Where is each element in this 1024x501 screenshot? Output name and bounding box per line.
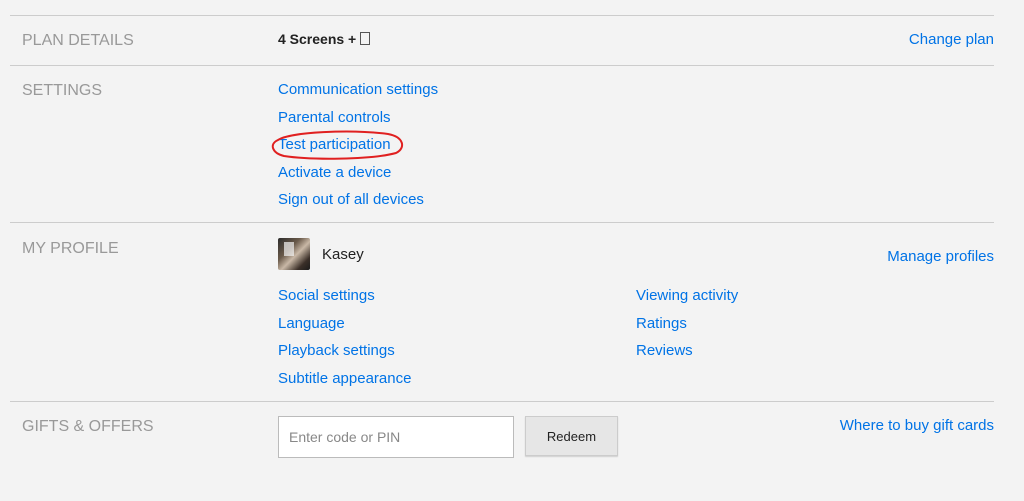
divider [10,15,994,16]
gift-code-input[interactable] [278,416,514,458]
hd-box-icon [360,32,371,45]
subtitle-appearance-link[interactable]: Subtitle appearance [278,370,411,387]
sign-out-all-devices-link[interactable]: Sign out of all devices [278,191,424,208]
viewing-activity-link[interactable]: Viewing activity [636,287,738,304]
reviews-link[interactable]: Reviews [636,342,693,359]
profile-name: Kasey [322,246,364,263]
language-link[interactable]: Language [278,315,345,332]
divider [10,222,994,223]
avatar[interactable] [278,238,310,270]
manage-profiles-link[interactable]: Manage profiles [887,248,994,265]
ratings-link[interactable]: Ratings [636,315,687,332]
divider [10,401,994,402]
plan-name-label: 4 Screens + [278,31,357,47]
where-to-buy-gift-cards-link[interactable]: Where to buy gift cards [840,417,994,434]
section-title-plan-details: PLAN DETAILS [22,32,134,49]
divider [10,65,994,66]
parental-controls-link[interactable]: Parental controls [278,109,391,126]
playback-settings-link[interactable]: Playback settings [278,342,395,359]
change-plan-link[interactable]: Change plan [909,31,994,48]
communication-settings-link[interactable]: Communication settings [278,81,438,98]
section-title-my-profile: MY PROFILE [22,240,119,257]
test-participation-link[interactable]: Test participation [278,136,391,153]
social-settings-link[interactable]: Social settings [278,287,375,304]
account-page: PLAN DETAILS 4 Screens + Change plan SET… [0,0,1024,501]
activate-device-link[interactable]: Activate a device [278,164,391,181]
redeem-button[interactable]: Redeem [525,416,618,456]
section-title-gifts-offers: GIFTS & OFFERS [22,418,154,435]
section-title-settings: SETTINGS [22,82,103,99]
plan-name: 4 Screens + [278,31,371,47]
